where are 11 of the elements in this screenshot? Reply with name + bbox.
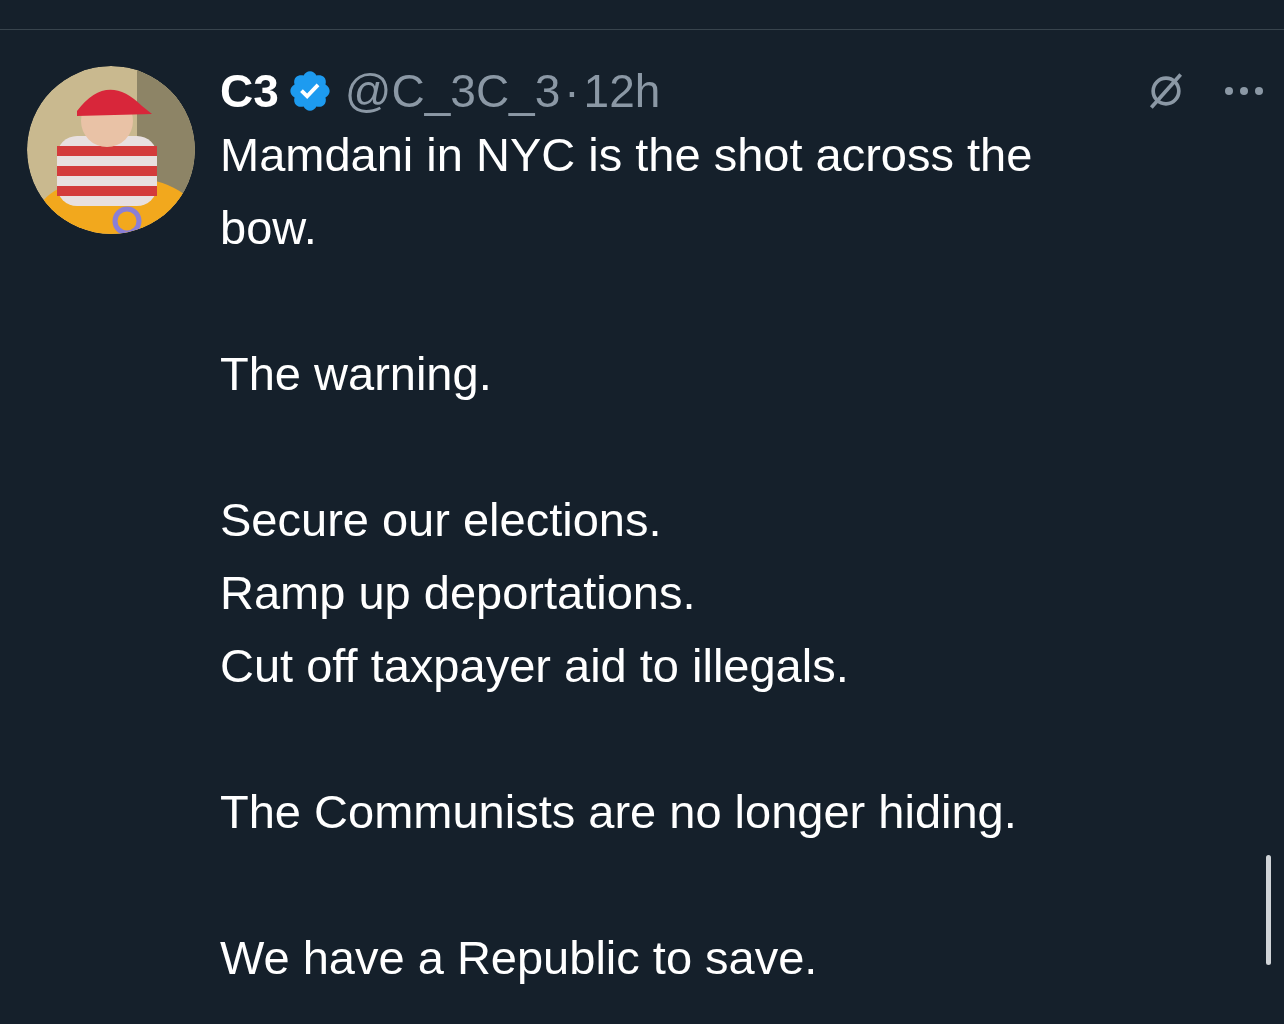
post-text-paragraph: We have a Republic to save. (220, 930, 818, 986)
author-name[interactable]: C3 (220, 68, 279, 114)
post-text-paragraph: The Communists are no longer hiding. (220, 784, 1017, 840)
post-text-paragraph: The warning. (220, 346, 492, 402)
post-text-paragraph: Secure our elections. Ramp up deportations. Cut off taxpayer aid to illegals. (220, 492, 849, 694)
user-handle[interactable]: @C_3C_3 (344, 68, 561, 114)
separator-dot: · (564, 68, 580, 114)
scrollbar[interactable] (1266, 855, 1271, 965)
post-text-paragraph: Mamdani in NYC is the shot across the bow. (220, 127, 1033, 256)
more-options-icon[interactable] (1224, 86, 1264, 96)
post-time[interactable]: 12h (583, 68, 661, 114)
